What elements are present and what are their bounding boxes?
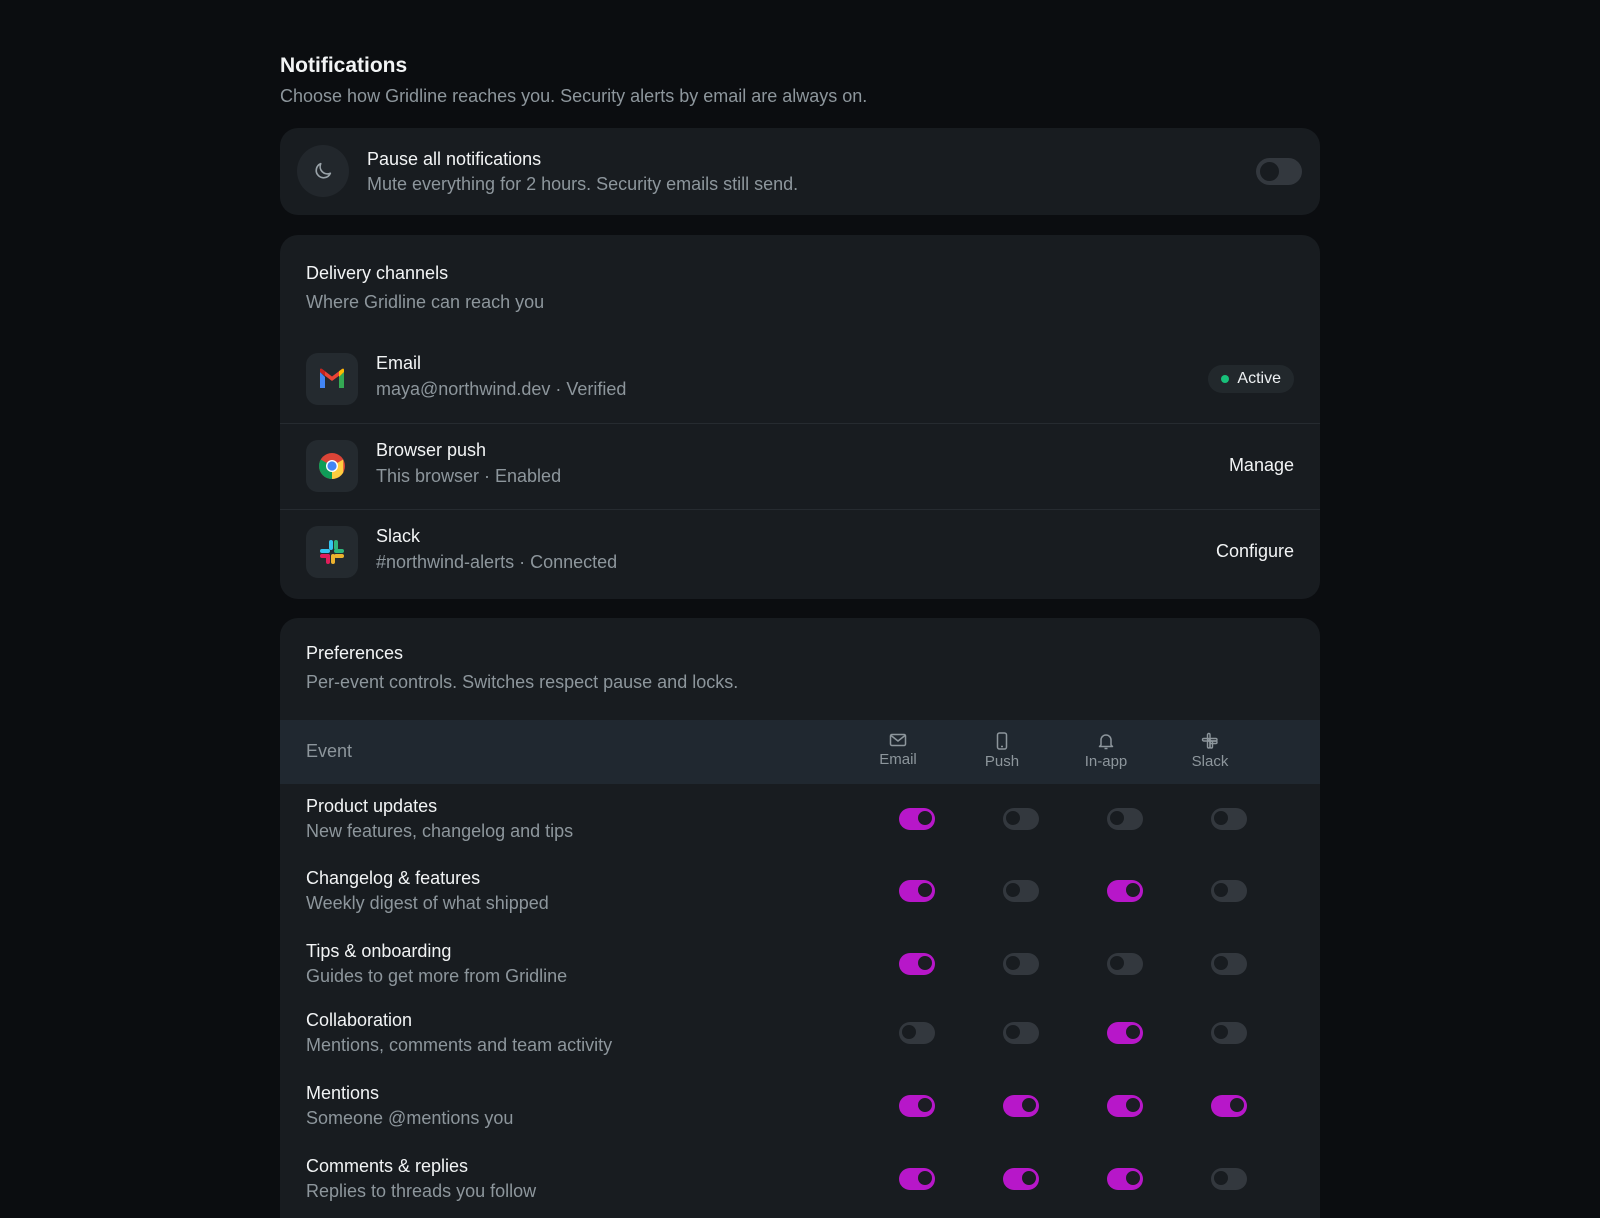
- event-subtitle: Mentions, comments and team activity: [306, 1035, 613, 1055]
- preferences-subtitle: Per-event controls. Switches respect pau…: [306, 672, 739, 692]
- manage-button[interactable]: Manage: [1229, 455, 1294, 476]
- column-label: Slack: [1191, 753, 1229, 770]
- toggle-email[interactable]: [899, 1168, 935, 1190]
- event-subtitle: Weekly digest of what shipped: [306, 893, 549, 913]
- slack-icon: [306, 526, 358, 578]
- toggle-slack[interactable]: [1211, 1168, 1247, 1190]
- channel-subtitle: #northwind-alerts · Connected: [376, 552, 618, 572]
- column-header-event: Event: [306, 741, 353, 761]
- column-label: Email: [879, 751, 917, 768]
- toggle-slack[interactable]: [1211, 808, 1247, 830]
- toggle-in-app[interactable]: [1107, 953, 1143, 975]
- channels-subtitle: Where Gridline can reach you: [306, 292, 545, 312]
- event-subtitle: New features, changelog and tips: [306, 821, 574, 841]
- preferences-card: Preferences Per-event controls. Switches…: [280, 618, 1320, 1218]
- toggle-email[interactable]: [899, 953, 935, 975]
- event-title: Comments & replies: [306, 1156, 469, 1176]
- status-badge: Active: [1208, 365, 1294, 393]
- event-title: Changelog & features: [306, 868, 481, 888]
- column-label: In-app: [1084, 753, 1128, 770]
- chrome-icon: [306, 440, 358, 492]
- toggle-email[interactable]: [899, 808, 935, 830]
- toggle-email[interactable]: [899, 1022, 935, 1044]
- toggle-in-app[interactable]: [1107, 808, 1143, 830]
- channel-subtitle: This browser · Enabled: [376, 466, 562, 486]
- table-row: Changelog & features Weekly digest of wha…: [280, 868, 1320, 938]
- channel-row-slack: Slack #northwind-alerts · Connected Conf…: [280, 509, 1320, 595]
- toggle-slack[interactable]: [1211, 953, 1247, 975]
- status-dot-icon: [1221, 375, 1230, 383]
- toggle-email[interactable]: [899, 880, 935, 902]
- channel-title: Slack: [376, 526, 421, 546]
- toggle-push[interactable]: [1003, 880, 1039, 902]
- toggle-in-app[interactable]: [1107, 880, 1143, 902]
- toggle-in-app[interactable]: [1107, 1168, 1143, 1190]
- column-header-slack: Slack: [1170, 732, 1250, 771]
- slack-mono-icon: [1201, 732, 1218, 749]
- table-header: Event Email Push In-app Slack: [280, 720, 1320, 784]
- page-title: Notifications: [280, 54, 408, 77]
- column-header-in-app: In-app: [1066, 732, 1146, 771]
- channel-title: Email: [376, 353, 422, 373]
- toggle-email[interactable]: [899, 1095, 935, 1117]
- preferences-title: Preferences: [306, 643, 404, 663]
- toggle-push[interactable]: [1003, 1095, 1039, 1117]
- channel-title: Browser push: [376, 440, 487, 460]
- status-badge-label: Active: [1237, 370, 1281, 387]
- pause-title: Pause all notifications: [367, 149, 542, 169]
- phone-icon: [996, 732, 1008, 750]
- toggle-slack[interactable]: [1211, 1022, 1247, 1044]
- channel-row-email: Email maya@northwind.dev · Verified Acti…: [280, 337, 1320, 423]
- event-title: Tips & onboarding: [306, 941, 452, 961]
- pause-card: Pause all notifications Mute everything …: [280, 128, 1320, 215]
- column-label: Push: [984, 753, 1020, 770]
- gmail-icon: [306, 353, 358, 405]
- event-subtitle: Replies to threads you follow: [306, 1181, 537, 1201]
- pause-switch[interactable]: [1256, 158, 1302, 185]
- pause-subtitle: Mute everything for 2 hours. Security em…: [367, 174, 799, 194]
- toggle-push[interactable]: [1003, 953, 1039, 975]
- mail-icon: [889, 733, 907, 747]
- table-row: Product updates New features, changelog a…: [280, 796, 1320, 866]
- table-row: Mentions Someone @mentions you: [280, 1083, 1320, 1153]
- event-title: Collaboration: [306, 1010, 413, 1030]
- toggle-slack[interactable]: [1211, 1095, 1247, 1117]
- toggle-in-app[interactable]: [1107, 1022, 1143, 1044]
- toggle-in-app[interactable]: [1107, 1095, 1143, 1117]
- toggle-push[interactable]: [1003, 808, 1039, 830]
- column-header-push: Push: [962, 732, 1042, 771]
- channel-row-browser-push: Browser push This browser · Enabled Mana…: [280, 423, 1320, 509]
- table-row: Tips & onboarding Guides to get more from…: [280, 941, 1320, 1011]
- toggle-push[interactable]: [1003, 1168, 1039, 1190]
- configure-button[interactable]: Configure: [1216, 541, 1294, 562]
- event-title: Mentions: [306, 1083, 380, 1103]
- moon-icon: [297, 145, 349, 197]
- toggle-push[interactable]: [1003, 1022, 1039, 1044]
- channels-card: Delivery channels Where Gridline can rea…: [280, 235, 1320, 599]
- table-row: Collaboration Mentions, comments and team…: [280, 1010, 1320, 1080]
- channels-title: Delivery channels: [306, 263, 449, 283]
- table-row: Comments & replies Replies to threads you…: [280, 1156, 1320, 1218]
- bell-icon: [1098, 734, 1114, 750]
- toggle-slack[interactable]: [1211, 880, 1247, 902]
- column-header-email: Email: [858, 732, 938, 769]
- page-subtitle: Choose how Gridline reaches you. Securit…: [280, 86, 868, 106]
- channel-subtitle: maya@northwind.dev · Verified: [376, 379, 627, 399]
- event-subtitle: Someone @mentions you: [306, 1108, 514, 1128]
- event-subtitle: Guides to get more from Gridline: [306, 966, 568, 986]
- pause-toggle[interactable]: [1256, 158, 1302, 190]
- event-title: Product updates: [306, 796, 438, 816]
